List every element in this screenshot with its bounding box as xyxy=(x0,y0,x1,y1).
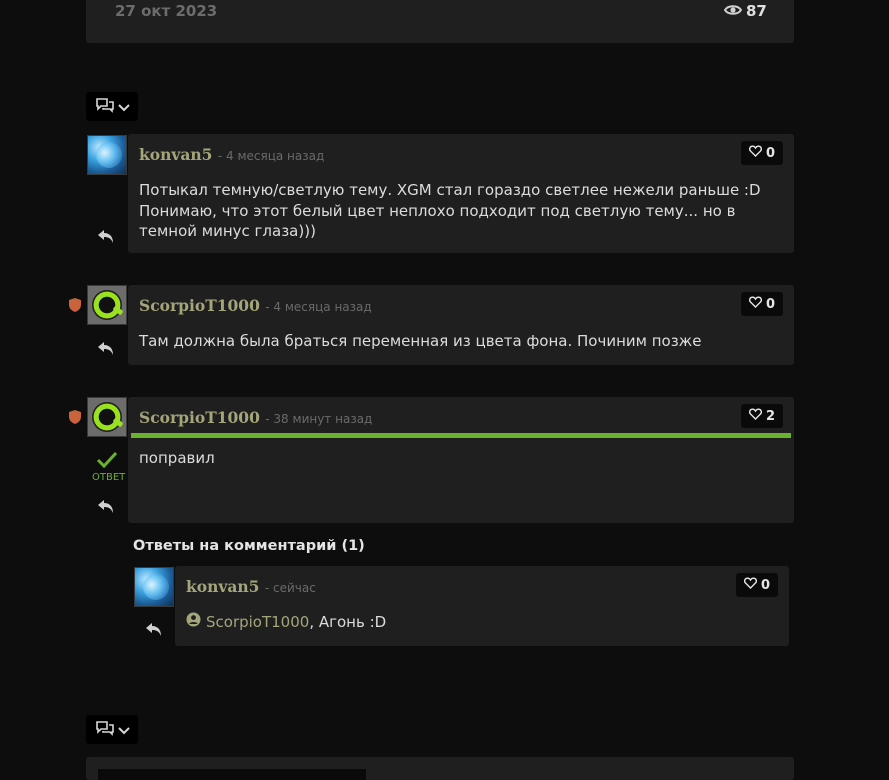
answer-label: ОТВЕТ xyxy=(92,472,126,483)
author-name[interactable]: ScorpioT1000 xyxy=(139,296,260,315)
like-button[interactable]: 0 xyxy=(741,141,783,165)
checkmark-icon xyxy=(96,451,118,472)
comments-icon xyxy=(95,97,115,117)
chevron-down-icon xyxy=(117,720,130,739)
comment-line: поправил xyxy=(139,449,215,467)
author-name[interactable]: ScorpioT1000 xyxy=(139,408,260,427)
comment-card: ScorpioT1000 - 38 минут назад 2 поправил xyxy=(128,397,794,523)
comment-line: Понимаю, что этот белый цвет неплохо под… xyxy=(139,201,736,220)
like-button[interactable]: 0 xyxy=(741,292,783,316)
mention-name[interactable]: ScorpioT1000 xyxy=(206,612,309,633)
moderator-shield-icon xyxy=(68,409,82,429)
avatar[interactable] xyxy=(87,135,127,175)
comments-toggle-button[interactable] xyxy=(86,715,138,744)
comment-author[interactable]: ScorpioT1000 - 38 минут назад xyxy=(139,408,372,427)
replies-header: Ответы на комментарий (1) xyxy=(133,538,365,554)
like-count: 0 xyxy=(765,145,776,161)
comment-form-card xyxy=(86,757,794,780)
comment-text: Потыкал темную/светлую тему. XGM стал го… xyxy=(139,180,761,242)
moderator-shield-icon xyxy=(68,297,82,317)
author-name[interactable]: konvan5 xyxy=(186,577,259,596)
reply-icon[interactable] xyxy=(97,499,115,518)
post-date: 27 окт 2023 xyxy=(115,2,218,20)
reply-message: , Агонь :D xyxy=(309,613,387,631)
user-icon xyxy=(186,612,201,633)
comment-line: Потыкал темную/светлую тему. XGM стал го… xyxy=(139,181,761,199)
avatar[interactable] xyxy=(87,397,127,437)
comment-text: поправил xyxy=(139,448,215,469)
heart-icon xyxy=(748,145,762,161)
heart-icon xyxy=(748,408,762,424)
comment-line: темной минус глаза))) xyxy=(139,222,316,240)
views-count: 87 xyxy=(746,2,767,20)
like-count: 0 xyxy=(765,296,776,312)
reply-icon[interactable] xyxy=(97,229,115,248)
comment-author[interactable]: ScorpioT1000 - 4 месяца назад xyxy=(139,296,372,315)
avatar[interactable] xyxy=(87,285,127,325)
like-count: 2 xyxy=(765,408,776,424)
author-name[interactable]: konvan5 xyxy=(139,145,212,164)
reply-icon[interactable] xyxy=(97,341,115,360)
comment-text: Там должна была браться переменная из цв… xyxy=(139,331,701,352)
comment-time: - 4 месяца назад xyxy=(265,300,372,314)
like-button[interactable]: 2 xyxy=(741,404,783,428)
reply-card: konvan5 - сейчас 0 ScorpioT1000 , Агонь … xyxy=(175,566,789,646)
comment-card: ScorpioT1000 - 4 месяца назад 0 Там долж… xyxy=(128,285,794,365)
reply-text: ScorpioT1000 , Агонь :D xyxy=(186,612,386,633)
comment-time: - 38 минут назад xyxy=(265,412,373,426)
user-mention[interactable]: ScorpioT1000 xyxy=(186,612,309,633)
reply-icon[interactable] xyxy=(145,622,163,641)
comment-line: Там должна была браться переменная из цв… xyxy=(139,332,702,350)
comment-card: konvan5 - 4 месяца назад 0 Потыкал темну… xyxy=(128,134,794,253)
heart-icon xyxy=(748,296,762,312)
post-footer: 27 окт 2023 87 xyxy=(86,0,794,43)
heart-icon xyxy=(743,577,757,593)
reply-time: - сейчас xyxy=(264,581,316,595)
comments-icon xyxy=(95,720,115,740)
avatar[interactable] xyxy=(134,567,174,607)
eye-icon xyxy=(723,2,743,21)
comment-time: - 4 месяца назад xyxy=(217,149,325,163)
accepted-answer-bar xyxy=(131,433,791,438)
comments-toggle-button[interactable] xyxy=(86,92,138,121)
chevron-down-icon xyxy=(117,97,130,116)
comment-author[interactable]: konvan5 - 4 месяца назад xyxy=(139,145,324,164)
like-count: 0 xyxy=(760,577,771,593)
like-button[interactable]: 0 xyxy=(736,573,778,597)
comment-input-area[interactable] xyxy=(98,769,366,780)
reply-author[interactable]: konvan5 - сейчас xyxy=(186,577,316,596)
